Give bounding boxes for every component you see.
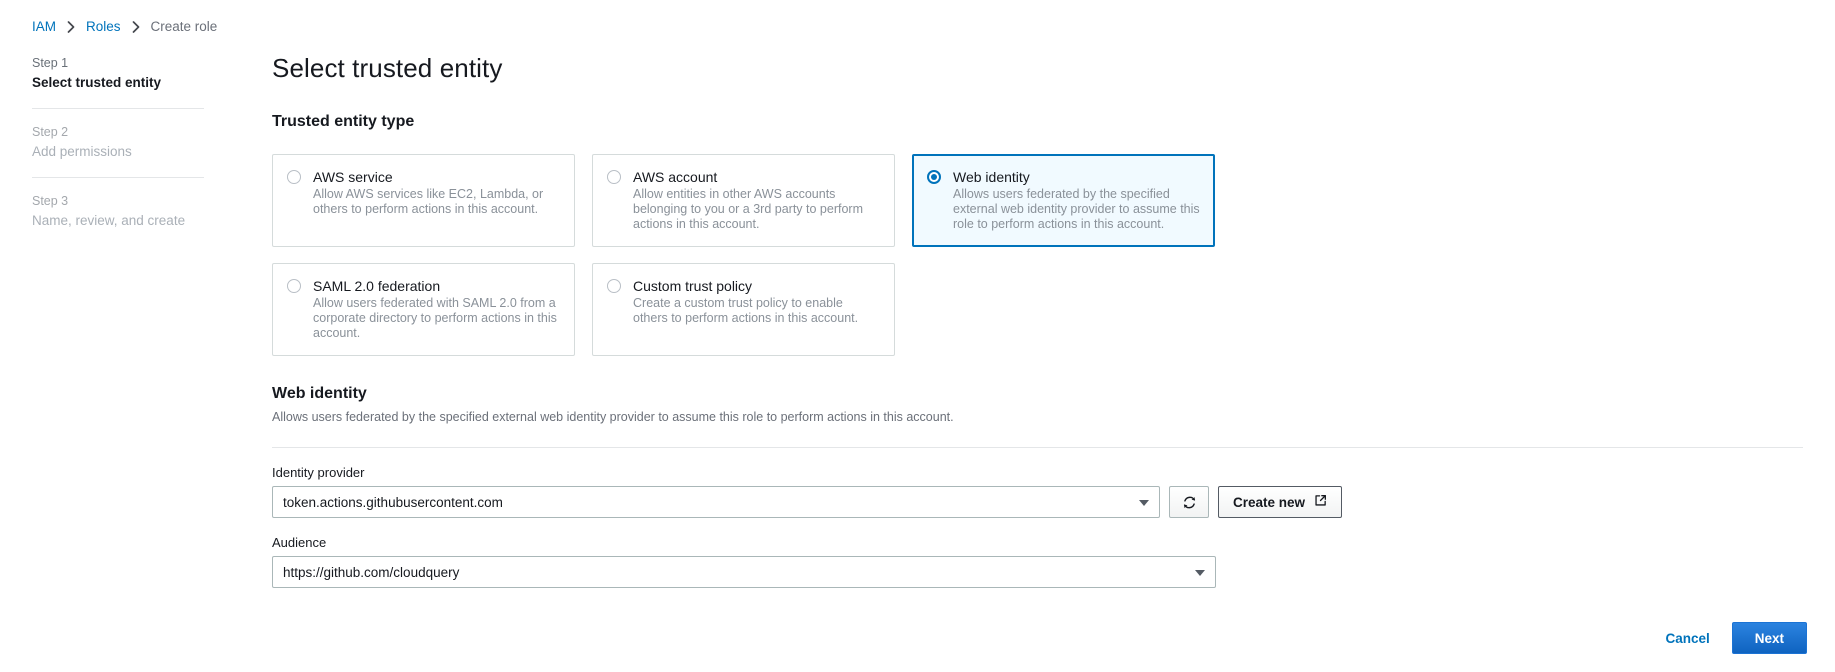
create-new-label: Create new — [1233, 495, 1305, 510]
radio-saml-federation[interactable] — [287, 279, 301, 293]
step-divider — [32, 108, 204, 109]
next-button[interactable]: Next — [1732, 622, 1807, 654]
option-label: Custom trust policy — [633, 277, 880, 295]
web-identity-section-heading: Web identity — [272, 384, 1835, 404]
option-description: Allow entities in other AWS accounts bel… — [633, 187, 880, 232]
trusted-entity-option-web-identity[interactable]: Web identity Allows users federated by t… — [912, 154, 1215, 247]
trusted-entity-type-heading: Trusted entity type — [272, 112, 1835, 132]
radio-aws-account[interactable] — [607, 170, 621, 184]
step-3-title: Name, review, and create — [32, 212, 204, 230]
chevron-right-icon — [132, 21, 140, 33]
step-2-number: Step 2 — [32, 124, 204, 140]
create-new-identity-provider-button[interactable]: Create new — [1218, 486, 1342, 518]
chevron-right-icon — [67, 21, 75, 33]
option-label: SAML 2.0 federation — [313, 277, 560, 295]
step-1-select-trusted-entity[interactable]: Step 1 Select trusted entity — [32, 55, 204, 92]
step-divider — [32, 177, 204, 178]
option-description: Allow AWS services like EC2, Lambda, or … — [313, 187, 560, 217]
step-2-title: Add permissions — [32, 143, 204, 161]
wizard-steps: Step 1 Select trusted entity Step 2 Add … — [32, 55, 204, 230]
breadcrumb-item-roles[interactable]: Roles — [86, 18, 121, 36]
audience-value: https://github.com/cloudquery — [283, 565, 459, 580]
step-3-name-review-create[interactable]: Step 3 Name, review, and create — [32, 193, 204, 230]
radio-web-identity[interactable] — [927, 170, 941, 184]
identity-provider-value: token.actions.githubusercontent.com — [283, 495, 503, 510]
audience-label: Audience — [272, 534, 1835, 551]
radio-aws-service[interactable] — [287, 170, 301, 184]
trusted-entity-option-aws-service[interactable]: AWS service Allow AWS services like EC2,… — [272, 154, 575, 247]
step-2-add-permissions[interactable]: Step 2 Add permissions — [32, 124, 204, 161]
identity-provider-select[interactable]: token.actions.githubusercontent.com — [272, 486, 1160, 518]
page-title: Select trusted entity — [272, 52, 1835, 84]
option-description: Create a custom trust policy to enable o… — [633, 296, 880, 326]
option-label: AWS account — [633, 168, 880, 186]
trusted-entity-option-saml-federation[interactable]: SAML 2.0 federation Allow users federate… — [272, 263, 575, 356]
wizard-footer: Cancel Next — [1665, 622, 1807, 654]
option-label: Web identity — [953, 168, 1200, 186]
step-1-title: Select trusted entity — [32, 74, 204, 92]
trusted-entity-type-options: AWS service Allow AWS services like EC2,… — [272, 154, 1216, 356]
breadcrumb: IAM Roles Create role — [32, 18, 217, 36]
step-3-number: Step 3 — [32, 193, 204, 209]
web-identity-section-description: Allows users federated by the specified … — [272, 409, 1835, 425]
identity-provider-label: Identity provider — [272, 464, 1835, 481]
audience-row: https://github.com/cloudquery — [272, 556, 1835, 588]
option-label: AWS service — [313, 168, 560, 186]
audience-select[interactable]: https://github.com/cloudquery — [272, 556, 1216, 588]
refresh-button[interactable] — [1169, 486, 1209, 518]
section-divider — [272, 447, 1803, 448]
refresh-icon — [1182, 495, 1197, 510]
breadcrumb-item-create-role: Create role — [151, 18, 218, 36]
trusted-entity-option-custom-trust-policy[interactable]: Custom trust policy Create a custom trus… — [592, 263, 895, 356]
cancel-button[interactable]: Cancel — [1665, 631, 1709, 646]
breadcrumb-item-iam[interactable]: IAM — [32, 18, 56, 36]
main-content: Select trusted entity Trusted entity typ… — [272, 0, 1835, 672]
trusted-entity-option-aws-account[interactable]: AWS account Allow entities in other AWS … — [592, 154, 895, 247]
radio-custom-trust-policy[interactable] — [607, 279, 621, 293]
chevron-down-icon — [1195, 570, 1205, 576]
step-1-number: Step 1 — [32, 55, 204, 71]
chevron-down-icon — [1139, 500, 1149, 506]
option-description: Allows users federated by the specified … — [953, 187, 1200, 232]
external-link-icon — [1314, 494, 1327, 510]
option-description: Allow users federated with SAML 2.0 from… — [313, 296, 560, 341]
identity-provider-row: token.actions.githubusercontent.com Crea… — [272, 486, 1835, 518]
